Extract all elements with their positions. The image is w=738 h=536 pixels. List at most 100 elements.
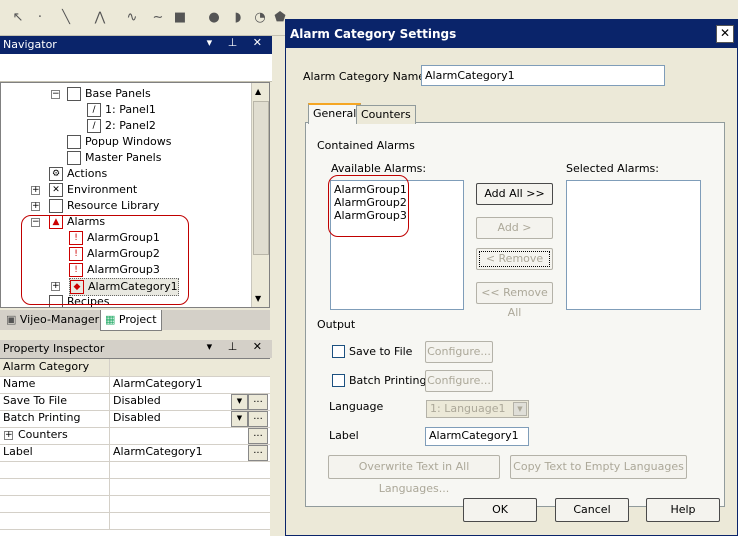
vijeo-manager-icon: ▣ — [6, 313, 20, 326]
tree-item-label: Actions — [67, 167, 108, 180]
tab-project[interactable]: ▦ Project — [100, 310, 162, 331]
help-button[interactable]: Help — [646, 498, 720, 522]
navigator-blank-area — [0, 54, 272, 82]
copy-text-button[interactable]: Copy Text to Empty Languages — [510, 455, 687, 479]
property-value[interactable]: AlarmCategory1 — [113, 444, 203, 460]
dropdown-arrow-icon[interactable]: ▼ — [231, 411, 248, 427]
navigator-bottom-tabs: ▣ Vijeo-Manager ▦ Project — [0, 310, 270, 331]
panels-icon — [67, 87, 81, 101]
pointer-icon[interactable]: ↖ — [10, 10, 26, 26]
tree-item-label: Popup Windows — [85, 135, 172, 148]
tree-item-label: Environment — [67, 183, 138, 196]
add-button[interactable]: Add > — [476, 217, 553, 239]
selected-alarms-label: Selected Alarms: — [566, 162, 659, 175]
expander-icon[interactable]: + — [31, 186, 40, 195]
ok-button[interactable]: OK — [463, 498, 537, 522]
line-tool-icon[interactable]: ╲ — [58, 10, 74, 26]
scroll-up-icon[interactable]: ▲ — [255, 87, 261, 96]
property-value[interactable]: Disabled — [113, 410, 161, 426]
tab-label: Vijeo-Manager — [19, 313, 100, 326]
dropdown-arrow-icon[interactable]: ▼ — [513, 402, 527, 416]
scroll-down-icon[interactable]: ▼ — [255, 294, 261, 303]
tree-item-master-panels[interactable]: Master Panels — [67, 150, 161, 166]
alarms-highlight-annotation — [21, 215, 189, 305]
save-to-file-checkbox[interactable] — [332, 345, 345, 358]
property-name: Save To File — [3, 394, 67, 407]
ellipsis-button[interactable]: ... — [248, 411, 268, 427]
property-row-save-to-file[interactable]: Save To File Disabled ▼ ... — [0, 393, 270, 411]
close-icon[interactable]: ✕ — [716, 25, 734, 43]
add-all-button[interactable]: Add All >> — [476, 183, 553, 205]
property-value[interactable]: Disabled — [113, 393, 161, 409]
tab-label: Project — [118, 313, 157, 326]
tab-vijeo-manager[interactable]: ▣ Vijeo-Manager — [2, 310, 103, 330]
property-row-label[interactable]: Label AlarmCategory1 ... — [0, 444, 270, 462]
property-name: Batch Printing — [3, 411, 81, 424]
circle-tool-icon[interactable]: ● — [206, 10, 222, 26]
tree-item-panel2[interactable]: / 2: Panel2 — [87, 118, 156, 134]
language-label: Language — [329, 400, 384, 413]
overwrite-text-button[interactable]: Overwrite Text in All Languages... — [328, 455, 500, 495]
batch-printing-checkbox[interactable] — [332, 374, 345, 387]
navigator-tree: − Base Panels / 1: Panel1 / 2: Panel2 Popu… — [0, 82, 270, 308]
tree-item-popup-windows[interactable]: Popup Windows — [67, 134, 172, 150]
property-value[interactable]: AlarmCategory1 — [113, 376, 203, 392]
ellipsis-button[interactable]: ... — [248, 428, 268, 444]
arc-tool-icon[interactable]: ◗ — [230, 10, 246, 26]
expander-icon[interactable]: + — [4, 431, 13, 440]
tab-counters[interactable]: Counters — [356, 105, 416, 124]
tree-item-actions[interactable]: ⚙ Actions — [49, 166, 107, 182]
tab-general[interactable]: General — [308, 103, 362, 124]
grid-header-row: Alarm Category — [0, 359, 270, 377]
panel-buttons-icon[interactable]: ▾ ⊥ ✕ — [207, 36, 268, 49]
polyline-tool-icon[interactable]: ⋀ — [92, 10, 108, 26]
property-name: Name — [3, 377, 36, 390]
tree-item-base-panels[interactable]: Base Panels — [67, 86, 151, 102]
property-row-name[interactable]: Name AlarmCategory1 — [0, 376, 270, 394]
batch-printing-label: Batch Printing — [349, 374, 427, 387]
environment-icon: ✕ — [49, 183, 63, 197]
pie-tool-icon[interactable]: ◔ — [252, 10, 268, 26]
rectangle-tool-icon[interactable]: ■ — [172, 10, 188, 26]
tree-item-environment[interactable]: ✕ Environment — [49, 182, 137, 198]
property-row-counters[interactable]: + Counters ... — [0, 427, 270, 445]
category-name-input[interactable]: AlarmCategory1 — [421, 65, 665, 86]
remove-button[interactable]: < Remove — [476, 248, 553, 270]
language-value: 1: Language1 — [430, 402, 506, 415]
master-panel-icon — [67, 151, 81, 165]
output-label: Output — [317, 318, 356, 331]
dot-tool-icon[interactable]: · — [32, 10, 48, 26]
scrollbar-thumb[interactable] — [253, 101, 269, 255]
panel-icon: / — [87, 119, 101, 133]
contained-alarms-label: Contained Alarms — [317, 139, 415, 152]
language-select[interactable]: 1: Language1 ▼ — [426, 400, 529, 418]
property-name: Label — [3, 445, 33, 458]
remove-all-button[interactable]: << Remove All — [476, 282, 553, 319]
curve-tool-icon[interactable]: ∿ — [124, 10, 140, 26]
dropdown-arrow-icon[interactable]: ▼ — [231, 394, 248, 410]
expander-icon[interactable]: − — [51, 90, 60, 99]
tree-item-label: 2: Panel2 — [105, 119, 156, 132]
property-name: Counters — [18, 428, 68, 441]
label-input[interactable]: AlarmCategory1 — [425, 427, 529, 446]
available-alarms-annotation — [328, 175, 409, 237]
expander-icon[interactable]: + — [31, 202, 40, 211]
actions-icon: ⚙ — [49, 167, 63, 181]
ellipsis-button[interactable]: ... — [248, 445, 268, 461]
inspector-titlebar: Property Inspector ▾ ⊥ ✕ — [0, 340, 272, 358]
configure-batch-button[interactable]: Configure... — [425, 370, 493, 392]
tree-item-panel1[interactable]: / 1: Panel1 — [87, 102, 156, 118]
panel-icon: / — [87, 103, 101, 117]
cancel-button[interactable]: Cancel — [555, 498, 629, 522]
panel-buttons-icon[interactable]: ▾ ⊥ ✕ — [207, 340, 268, 353]
selected-alarms-list[interactable] — [566, 180, 701, 310]
ellipsis-button[interactable]: ... — [248, 394, 268, 410]
dialog-titlebar: Alarm Category Settings ✕ — [286, 20, 737, 48]
configure-save-button[interactable]: Configure... — [425, 341, 493, 363]
tree-item-label: Base Panels — [85, 87, 151, 100]
navigator-scrollbar[interactable]: ▲ ▼ — [251, 83, 269, 307]
tree-item-resource-library[interactable]: Resource Library — [49, 198, 159, 214]
dialog-title: Alarm Category Settings — [290, 27, 457, 41]
freeform-tool-icon[interactable]: ∼ — [150, 10, 166, 26]
property-row-batch-printing[interactable]: Batch Printing Disabled ▼ ... — [0, 410, 270, 428]
